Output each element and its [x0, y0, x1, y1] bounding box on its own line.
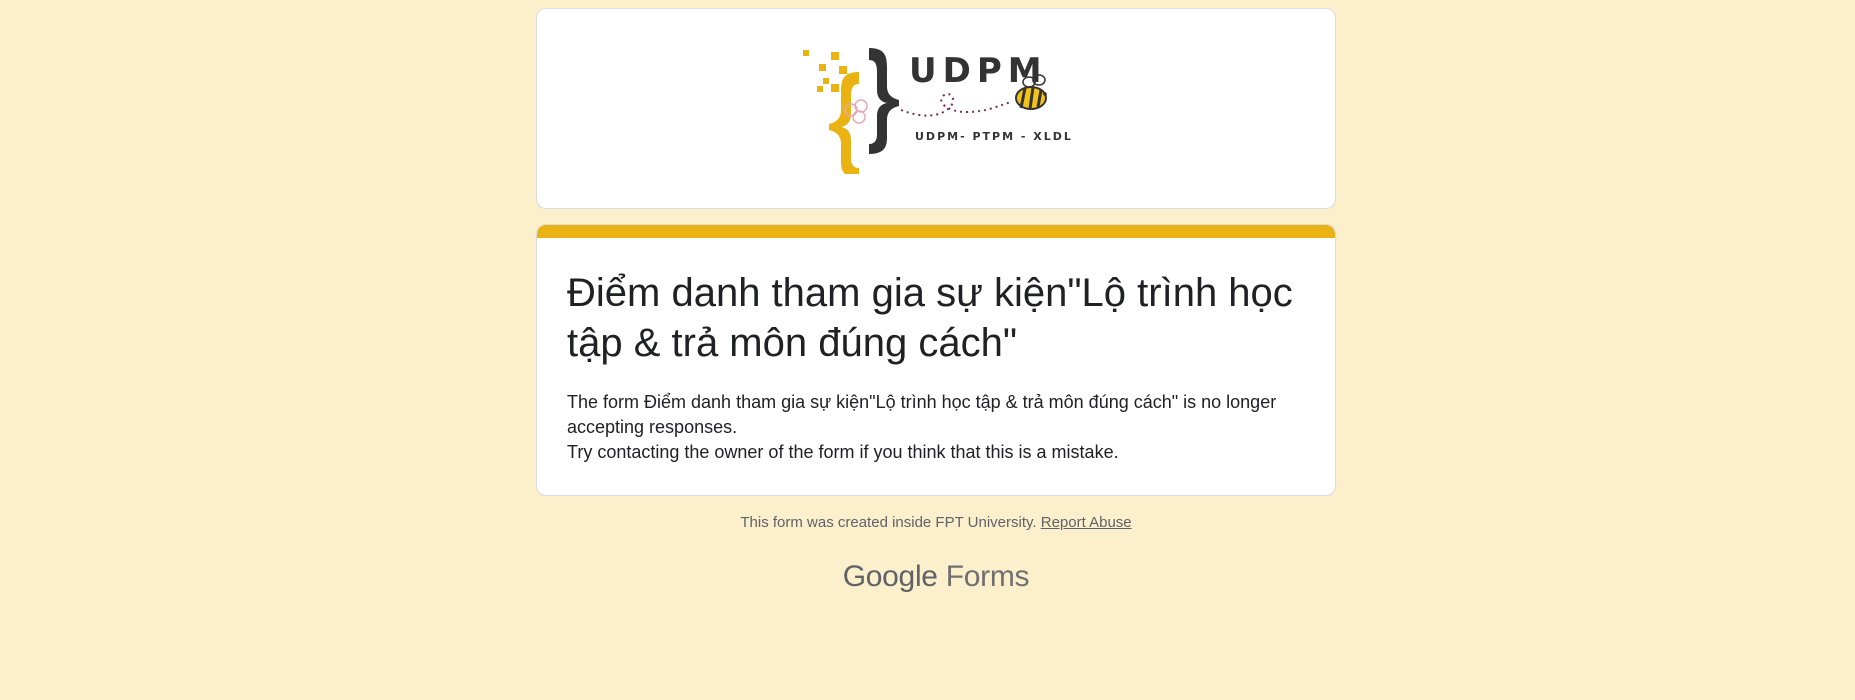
- header-banner-card: UDPM UDPM- PTPM - XLDL: [536, 8, 1336, 209]
- udpm-logo: UDPM UDPM- PTPM - XLDL: [803, 47, 1071, 174]
- flight-path: [900, 92, 1012, 116]
- close-brace-icon: [869, 47, 899, 154]
- svg-text:UDPM- PTPM - XLDL: UDPM- PTPM - XLDL: [915, 130, 1071, 143]
- forms-wordmark: Forms: [945, 560, 1030, 593]
- report-abuse-link[interactable]: Report Abuse: [1041, 514, 1132, 531]
- pixel-squares: [803, 49, 847, 92]
- closed-message: The form Điểm danh tham gia sự kiện"Lộ t…: [567, 390, 1307, 465]
- accent-bar: [537, 225, 1335, 238]
- form-title: Điểm danh tham gia sự kiện"Lộ trình học …: [567, 271, 1293, 365]
- google-forms-logo[interactable]: Google Forms: [536, 560, 1336, 594]
- google-wordmark: Google: [842, 560, 938, 593]
- page: UDPM UDPM- PTPM - XLDL Điểm danh tham gi…: [0, 0, 1855, 700]
- closed-message-line: The form Điểm danh tham gia sự kiện"Lộ t…: [567, 392, 1277, 437]
- owner-contact-line: Try contacting the owner of the form if …: [567, 442, 1119, 462]
- footer-note: This form was created inside FPT Univers…: [536, 514, 1336, 531]
- form-closed-card: Điểm danh tham gia sự kiện"Lộ trình học …: [536, 224, 1336, 496]
- svg-text:UDPM: UDPM: [909, 51, 1048, 91]
- created-inside-text: This form was created inside FPT Univers…: [740, 514, 1037, 531]
